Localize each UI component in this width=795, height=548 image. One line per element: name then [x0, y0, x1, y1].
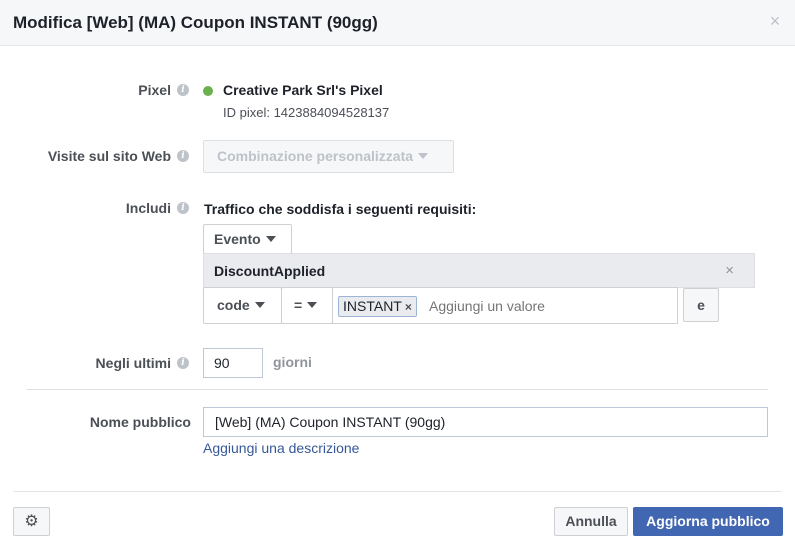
info-icon[interactable]: i [177, 150, 189, 162]
add-value-input[interactable] [429, 298, 669, 314]
chevron-down-icon [418, 153, 429, 160]
rule-value-box[interactable]: INSTANT × [332, 287, 678, 324]
update-audience-button[interactable]: Aggiorna pubblico [633, 507, 783, 536]
value-token: INSTANT × [338, 296, 417, 317]
remove-event-icon[interactable]: × [725, 262, 734, 279]
add-description-link[interactable]: Aggiungi una descrizione [203, 440, 359, 456]
retention-unit: giorni [273, 354, 312, 370]
close-icon[interactable]: × [767, 12, 783, 30]
cancel-button[interactable]: Annulla [554, 507, 628, 536]
parameter-dropdown[interactable]: code [203, 287, 282, 324]
pixel-label: Pixel [138, 82, 171, 98]
event-bar: DiscountApplied × [203, 253, 755, 288]
info-icon[interactable]: i [177, 202, 189, 214]
remove-token-icon[interactable]: × [405, 300, 412, 314]
edit-audience-dialog: Modifica [Web] (MA) Coupon INSTANT (90gg… [0, 0, 795, 548]
website-visits-select: Combinazione personalizzata [203, 140, 454, 173]
audience-name-input[interactable] [203, 407, 768, 437]
info-icon[interactable]: i [177, 84, 189, 96]
gear-icon: ⚙ [24, 513, 39, 530]
event-type-value: Evento [214, 231, 261, 247]
footer-divider [13, 491, 782, 492]
settings-button[interactable]: ⚙ [13, 507, 50, 536]
retention-days-input[interactable] [203, 348, 263, 378]
operator-value: = [294, 297, 303, 313]
website-visits-selected: Combinazione personalizzata [217, 148, 414, 164]
pixel-status-icon [203, 86, 213, 96]
event-type-dropdown[interactable]: Evento [203, 224, 292, 254]
value-token-label: INSTANT [343, 298, 402, 314]
traffic-requirements-text: Traffico che soddisfa i seguenti requisi… [204, 201, 477, 217]
operator-dropdown[interactable]: = [281, 287, 333, 324]
retention-label: Negli ultimi [95, 355, 171, 371]
parameter-value: code [217, 297, 250, 313]
info-icon[interactable]: i [177, 357, 189, 369]
include-label: Includi [125, 200, 171, 216]
dialog-title: Modifica [Web] (MA) Coupon INSTANT (90gg… [13, 13, 378, 32]
chevron-down-icon [265, 236, 276, 243]
chevron-down-icon [254, 302, 265, 309]
event-name: DiscountApplied [214, 263, 326, 279]
dialog-header: Modifica [Web] (MA) Coupon INSTANT (90gg… [0, 0, 795, 46]
website-visits-label: Visite sul sito Web [47, 148, 171, 164]
pixel-id: ID pixel: 1423884094528137 [223, 105, 390, 120]
pixel-name: Creative Park Srl's Pixel [223, 82, 383, 98]
section-divider [27, 389, 768, 390]
audience-name-label: Nome pubblico [89, 414, 191, 430]
and-condition-button[interactable]: e [683, 288, 719, 322]
chevron-down-icon [307, 302, 318, 309]
